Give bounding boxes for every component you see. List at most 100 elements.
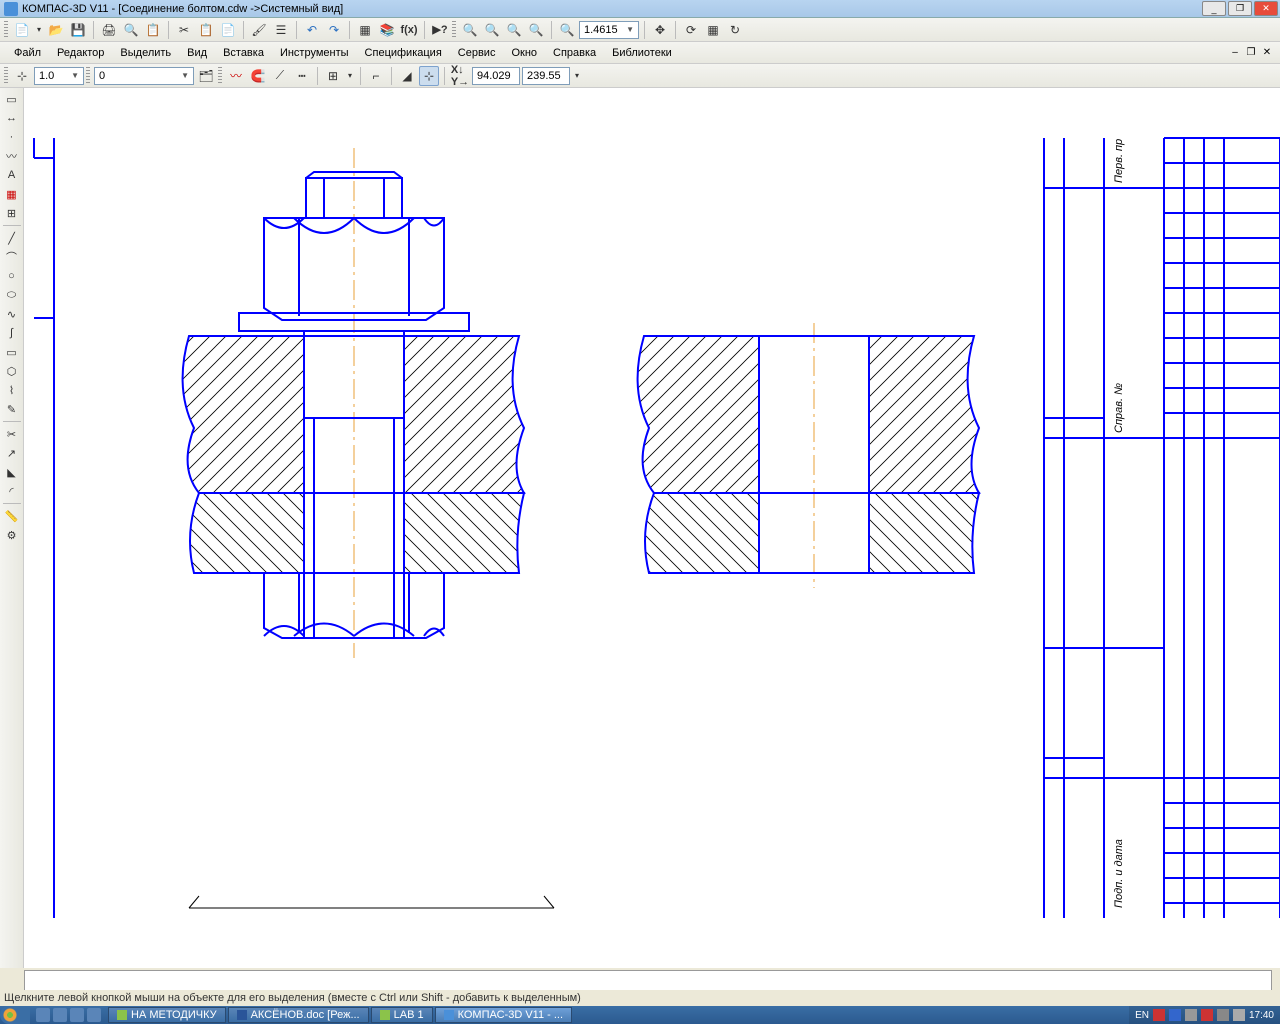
maximize-button[interactable]: ❐ xyxy=(1228,1,1252,16)
menu-help[interactable]: Справка xyxy=(545,44,604,62)
line-button[interactable]: ⟋ xyxy=(270,66,290,86)
tray-icon-4[interactable] xyxy=(1201,1009,1213,1021)
extend-tool[interactable]: ↗ xyxy=(2,444,22,462)
round-button[interactable]: ◢ xyxy=(397,66,417,86)
curve-tool[interactable]: ∿ xyxy=(2,305,22,323)
toolbar-grip-4[interactable] xyxy=(86,67,90,85)
contour-tool[interactable]: ⌇ xyxy=(2,381,22,399)
tray-icon-5[interactable] xyxy=(1217,1009,1229,1021)
tray-icon-1[interactable] xyxy=(1153,1009,1165,1021)
trim-tool[interactable]: ✂ xyxy=(2,425,22,443)
scale-dropdown[interactable]: ▼ xyxy=(34,67,84,85)
brush-button[interactable]: 🖌 xyxy=(249,20,269,40)
language-indicator[interactable]: EN xyxy=(1135,1010,1149,1021)
params-tool[interactable]: ⚙ xyxy=(2,526,22,544)
redraw-button[interactable]: ⟳ xyxy=(681,20,701,40)
menu-tools[interactable]: Инструменты xyxy=(272,44,357,62)
zoom-next-button[interactable]: 🔍 xyxy=(526,20,546,40)
copy-button[interactable]: 📋 xyxy=(196,20,216,40)
coord-button[interactable]: ⊹ xyxy=(419,66,439,86)
help-button[interactable]: ▶? xyxy=(430,20,450,40)
volume-icon[interactable] xyxy=(1233,1009,1245,1021)
command-input[interactable] xyxy=(24,970,1272,992)
doc-close-button[interactable]: ✕ xyxy=(1260,46,1274,60)
quick-launch-4[interactable] xyxy=(87,1008,101,1022)
toolbar-grip-2[interactable] xyxy=(452,21,456,39)
quick-launch-2[interactable] xyxy=(53,1008,67,1022)
menu-file[interactable]: Файл xyxy=(6,44,49,62)
select-tool[interactable]: ▭ xyxy=(2,90,22,108)
arc-tool[interactable]: ⌒ xyxy=(2,248,22,266)
taskbar-item-1[interactable]: НА МЕТОДИЧКУ xyxy=(108,1007,226,1023)
menu-libs[interactable]: Библиотеки xyxy=(604,44,680,62)
table-tool[interactable]: ⊞ xyxy=(2,204,22,222)
doc-restore-button[interactable]: ❐ xyxy=(1244,46,1258,60)
menu-view[interactable]: Вид xyxy=(179,44,215,62)
toolbar-grip-3[interactable] xyxy=(4,67,8,85)
coord-y-input[interactable] xyxy=(525,70,567,82)
tray-icon-2[interactable] xyxy=(1169,1009,1181,1021)
variables-button[interactable]: f(x) xyxy=(399,20,419,40)
cut-button[interactable]: ✂ xyxy=(174,20,194,40)
close-button[interactable]: ✕ xyxy=(1254,1,1278,16)
magnet-button[interactable]: 🧲 xyxy=(248,66,268,86)
start-button[interactable] xyxy=(0,1006,30,1024)
coord-x-input[interactable] xyxy=(475,70,517,82)
layer-input[interactable] xyxy=(97,70,179,82)
print-preview-button[interactable]: 🔍 xyxy=(121,20,141,40)
point-tool[interactable]: · xyxy=(2,128,22,146)
refresh-button[interactable]: ↻ xyxy=(725,20,745,40)
modify-tool[interactable]: ✎ xyxy=(2,400,22,418)
menu-spec[interactable]: Спецификация xyxy=(357,44,450,62)
scale-input[interactable] xyxy=(37,70,69,82)
measure-tool[interactable]: 📏 xyxy=(2,507,22,525)
zoom-window-button[interactable]: 🔍 xyxy=(482,20,502,40)
polygon-tool[interactable]: ⬡ xyxy=(2,362,22,380)
ortho-button[interactable]: ⌐ xyxy=(366,66,386,86)
quick-launch-1[interactable] xyxy=(36,1008,50,1022)
doc-minimize-button[interactable]: – xyxy=(1228,46,1242,60)
zoom-in-button[interactable]: 🔍 xyxy=(460,20,480,40)
line-tool[interactable]: ╱ xyxy=(2,229,22,247)
toolbar-grip-5[interactable] xyxy=(218,67,222,85)
new-dropdown[interactable]: ▾ xyxy=(34,20,44,40)
quick-launch-3[interactable] xyxy=(70,1008,84,1022)
taskbar-item-3[interactable]: LAB 1 xyxy=(371,1007,433,1023)
tray-icon-3[interactable] xyxy=(1185,1009,1197,1021)
menu-service[interactable]: Сервис xyxy=(450,44,504,62)
chamfer-tool[interactable]: ◣ xyxy=(2,463,22,481)
fillet-tool[interactable]: ◜ xyxy=(2,482,22,500)
new-file-button[interactable]: 📄 xyxy=(12,20,32,40)
zoom-prev-button[interactable]: 🔍 xyxy=(504,20,524,40)
manager-button[interactable]: ▦ xyxy=(355,20,375,40)
paste-button[interactable]: 📄 xyxy=(218,20,238,40)
minimize-button[interactable]: _ xyxy=(1202,1,1226,16)
bezier-tool[interactable]: ∫ xyxy=(2,324,22,342)
taskbar-item-2[interactable]: АКСЁНОВ.doc [Реж... xyxy=(228,1007,369,1023)
menu-window[interactable]: Окно xyxy=(503,44,545,62)
open-button[interactable]: 📂 xyxy=(46,20,66,40)
redo-button[interactable]: ↷ xyxy=(324,20,344,40)
print-setup-button[interactable]: 📋 xyxy=(143,20,163,40)
layer-manager-button[interactable]: 🗂 xyxy=(196,66,216,86)
hatch-tool[interactable]: ▦ xyxy=(2,185,22,203)
dash-button[interactable]: ┅ xyxy=(292,66,312,86)
rectangle-tool[interactable]: ▭ xyxy=(2,343,22,361)
snap-button[interactable]: ⊹ xyxy=(12,66,32,86)
toolbar-grip[interactable] xyxy=(4,21,8,39)
layer-dropdown[interactable]: ▼ xyxy=(94,67,194,85)
properties-button[interactable]: ☰ xyxy=(271,20,291,40)
print-button[interactable]: 🖨 xyxy=(99,20,119,40)
ellipse-tool[interactable]: ⬭ xyxy=(2,286,22,304)
taskbar-item-4[interactable]: КОМПАС-3D V11 - ... xyxy=(435,1007,572,1023)
grid-button[interactable]: ⊞ xyxy=(323,66,343,86)
zoom-value-input[interactable] xyxy=(582,24,624,36)
spline-tool[interactable]: 〰 xyxy=(2,147,22,165)
show-all-button[interactable]: ▦ xyxy=(703,20,723,40)
library-button[interactable]: 📚 xyxy=(377,20,397,40)
menu-insert[interactable]: Вставка xyxy=(215,44,272,62)
grid-dropdown[interactable]: ▾ xyxy=(345,66,355,86)
coord-dropdown[interactable]: ▾ xyxy=(572,66,582,86)
circle-tool[interactable]: ○ xyxy=(2,267,22,285)
save-button[interactable]: 💾 xyxy=(68,20,88,40)
